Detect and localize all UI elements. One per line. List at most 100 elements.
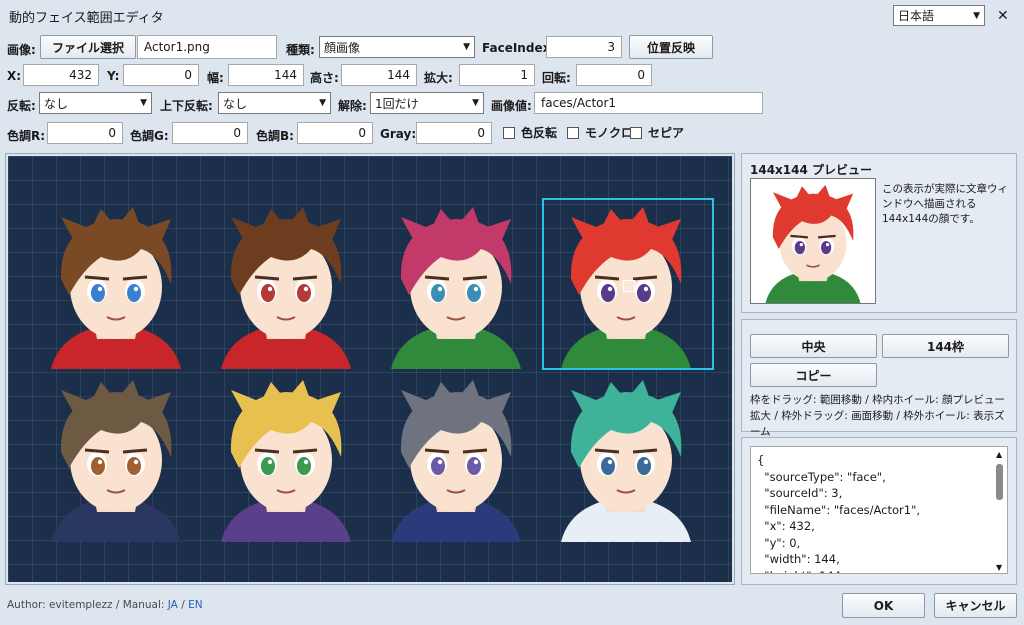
sepia-checkbox[interactable]: セピア (630, 124, 684, 141)
ok-button[interactable]: OK (842, 593, 925, 618)
json-line: "x": 432, (757, 519, 815, 533)
scale-field[interactable]: 1 (459, 64, 535, 86)
manual-ja-link[interactable]: JA (168, 599, 178, 611)
vflip-select[interactable]: なし ▼ (218, 92, 331, 114)
apply-position-button[interactable]: 位置反映 (629, 35, 713, 59)
json-line: "width": 144, (757, 552, 840, 566)
faceindex-field[interactable]: 3 (546, 36, 622, 58)
json-output[interactable]: { "sourceType": "face", "sourceId": 3, "… (750, 446, 1008, 574)
scroll-thumb[interactable] (996, 464, 1003, 500)
type-label: 種類: (286, 43, 315, 57)
checkbox-box[interactable] (630, 126, 642, 139)
tone-g-field[interactable]: 0 (172, 122, 248, 144)
chevron-down-icon: ▼ (140, 98, 147, 108)
release-value: 1回だけ (375, 96, 419, 111)
face-cell (541, 372, 711, 542)
link-separator: / (177, 599, 189, 611)
image-label: 画像: (7, 43, 36, 57)
tone-b-field[interactable]: 0 (297, 122, 373, 144)
author-text: Author: evitemplezz / Manual: (7, 599, 168, 611)
height-field[interactable]: 144 (341, 64, 417, 86)
preview-panel: 144x144 プレビュー この表示が実際に文章ウィンドウへ描画される144x1… (741, 153, 1017, 313)
file-select-button[interactable]: ファイル選択 (40, 35, 136, 59)
center-button[interactable]: 中央 (750, 334, 877, 358)
scroll-up-icon[interactable]: ▲ (996, 450, 1002, 459)
json-text: { "sourceType": "face", "sourceId": 3, "… (757, 452, 921, 574)
face-cell (371, 372, 541, 542)
preview-title: 144x144 プレビュー (750, 163, 873, 177)
drag-cursor (623, 280, 635, 292)
manual-en-link[interactable]: EN (188, 599, 203, 611)
face-sheet-canvas[interactable] (8, 156, 732, 582)
chevron-down-icon: ▼ (472, 98, 479, 108)
scale-label: 拡大: (424, 71, 453, 85)
window-title: 動的フェイス範囲エディタ (9, 11, 164, 26)
json-panel: { "sourceType": "face", "sourceId": 3, "… (741, 437, 1017, 585)
invert-checkbox[interactable]: 色反転 (503, 124, 557, 141)
vflip-value: なし (223, 96, 248, 111)
faceindex-label: FaceIndex: (482, 41, 556, 55)
json-line: "sourceType": "face", (757, 469, 886, 484)
rotate-label: 回転: (542, 71, 571, 85)
tone-r-field[interactable]: 0 (47, 122, 123, 144)
controls-panel: 中央 144枠 コピー 枠をドラッグ: 範囲移動 / 枠内ホイール: 顔プレビュ… (741, 319, 1017, 438)
type-value: 顔画像 (324, 40, 361, 55)
face-cell (201, 199, 371, 369)
gray-field[interactable]: 0 (416, 122, 492, 144)
tone-r-label: 色調R: (7, 129, 46, 143)
preview-portrait (765, 184, 861, 303)
x-label: X: (7, 69, 22, 83)
footer-credit: Author: evitemplezz / Manual: JA / EN (7, 599, 203, 611)
json-line: "y": 0, (757, 535, 801, 550)
release-select[interactable]: 1回だけ ▼ (370, 92, 484, 114)
checkbox-box[interactable] (503, 126, 515, 139)
flip-select[interactable]: なし ▼ (39, 92, 152, 114)
chevron-down-icon: ▼ (463, 42, 470, 52)
language-value: 日本語 (898, 9, 935, 23)
height-label: 高さ: (310, 71, 339, 85)
language-select[interactable]: 日本語 ▼ (893, 5, 985, 26)
face-cell (371, 199, 541, 369)
sepia-label: セピア (648, 126, 685, 140)
json-line: { (757, 453, 765, 467)
checkbox-box[interactable] (567, 126, 579, 139)
image-value-label: 画像値: (491, 99, 532, 113)
release-label: 解除: (338, 99, 367, 113)
json-line: "fileName": "faces/Actor1", (757, 502, 921, 517)
json-line: "sourceId": 3, (757, 486, 843, 500)
scrollbar[interactable]: ▲ ▼ (994, 448, 1006, 573)
scroll-down-icon[interactable]: ▼ (996, 563, 1002, 572)
width-field[interactable]: 144 (228, 64, 304, 86)
x-field[interactable]: 432 (23, 64, 99, 86)
image-value-field[interactable]: faces/Actor1 (534, 92, 763, 114)
close-icon[interactable]: ✕ (997, 8, 1009, 24)
mono-label: モノクロ (585, 126, 634, 140)
flip-label: 反転: (7, 99, 36, 113)
chevron-down-icon: ▼ (319, 98, 326, 108)
face-cell (201, 372, 371, 542)
vflip-label: 上下反転: (160, 99, 213, 113)
title-bar: 動的フェイス範囲エディタ 日本語 ▼ ✕ (0, 0, 1024, 30)
type-select[interactable]: 顔画像 ▼ (319, 36, 475, 58)
copy-button[interactable]: コピー (750, 363, 877, 387)
tone-b-label: 色調B: (256, 129, 294, 143)
mono-checkbox[interactable]: モノクロ (567, 124, 633, 141)
preview-description: この表示が実際に文章ウィンドウへ描画される144x144の顔です。 (882, 183, 1008, 225)
y-field[interactable]: 0 (123, 64, 199, 86)
cancel-button[interactable]: キャンセル (934, 593, 1017, 618)
rotate-field[interactable]: 0 (576, 64, 652, 86)
drag-hint: 枠をドラッグ: 範囲移動 / 枠内ホイール: 顔プレビュー拡大 / 枠外ドラッグ… (750, 394, 1005, 438)
file-name-field[interactable]: Actor1.png (137, 35, 277, 59)
face-cell (31, 372, 201, 542)
width-label: 幅: (207, 71, 224, 85)
y-label: Y: (107, 69, 120, 83)
gray-label: Gray: (380, 127, 417, 141)
face-cell (31, 199, 201, 369)
chevron-down-icon: ▼ (973, 10, 980, 21)
canvas-frame (5, 153, 735, 585)
tone-g-label: 色調G: (130, 129, 169, 143)
face-preview[interactable] (750, 178, 876, 304)
json-line: "height": 144, (757, 568, 920, 574)
flip-value: なし (44, 96, 69, 111)
frame-144-button[interactable]: 144枠 (882, 334, 1009, 358)
